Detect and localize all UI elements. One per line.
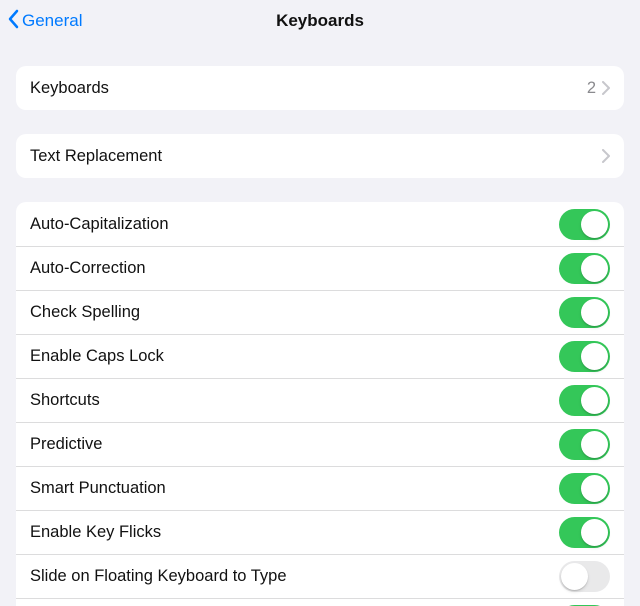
toggle-knob	[581, 519, 608, 546]
toggle-auto-correction[interactable]	[559, 253, 610, 284]
toggle-slide-floating-keyboard[interactable]	[559, 561, 610, 592]
group-keyboard-switches: Auto-Capitalization Auto-Correction Check …	[16, 202, 624, 606]
row-shortcuts: Shortcuts	[16, 378, 624, 422]
row-keyboards[interactable]: Keyboards 2	[16, 66, 624, 110]
row-label: Smart Punctuation	[30, 479, 559, 498]
back-label: General	[22, 11, 82, 31]
toggle-check-spelling[interactable]	[559, 297, 610, 328]
page-title: Keyboards	[276, 11, 364, 31]
toggle-knob	[581, 299, 608, 326]
toggle-knob	[581, 343, 608, 370]
toggle-knob	[581, 431, 608, 458]
toggle-knob	[561, 563, 588, 590]
row-slide-floating-keyboard: Slide on Floating Keyboard to Type	[16, 554, 624, 598]
row-label: Slide on Floating Keyboard to Type	[30, 567, 559, 586]
row-label: Auto-Capitalization	[30, 215, 559, 234]
row-value: 2	[587, 79, 596, 98]
chevron-right-icon	[602, 149, 610, 163]
toggle-smart-punctuation[interactable]	[559, 473, 610, 504]
row-text-replacement[interactable]: Text Replacement	[16, 134, 624, 178]
back-button[interactable]: General	[8, 0, 82, 42]
toggle-knob	[581, 475, 608, 502]
row-period-shortcut: "." Shortcut	[16, 598, 624, 606]
toggle-predictive[interactable]	[559, 429, 610, 460]
row-enable-key-flicks: Enable Key Flicks	[16, 510, 624, 554]
chevron-left-icon	[8, 9, 22, 34]
row-label: Keyboards	[30, 79, 587, 98]
row-label: Shortcuts	[30, 391, 559, 410]
group-text-replacement-link: Text Replacement	[16, 134, 624, 178]
row-predictive: Predictive	[16, 422, 624, 466]
row-label: Auto-Correction	[30, 259, 559, 278]
row-auto-correction: Auto-Correction	[16, 246, 624, 290]
row-smart-punctuation: Smart Punctuation	[16, 466, 624, 510]
row-auto-capitalization: Auto-Capitalization	[16, 202, 624, 246]
row-label: Text Replacement	[30, 147, 602, 166]
chevron-right-icon	[602, 81, 610, 95]
toggle-knob	[581, 387, 608, 414]
toggle-knob	[581, 211, 608, 238]
row-label: Enable Key Flicks	[30, 523, 559, 542]
toggle-shortcuts[interactable]	[559, 385, 610, 416]
toggle-enable-caps-lock[interactable]	[559, 341, 610, 372]
toggle-auto-capitalization[interactable]	[559, 209, 610, 240]
toggle-knob	[581, 255, 608, 282]
group-keyboards-link: Keyboards 2	[16, 66, 624, 110]
row-enable-caps-lock: Enable Caps Lock	[16, 334, 624, 378]
navbar: General Keyboards	[0, 0, 640, 42]
toggle-enable-key-flicks[interactable]	[559, 517, 610, 548]
row-label: Enable Caps Lock	[30, 347, 559, 366]
row-label: Check Spelling	[30, 303, 559, 322]
row-label: Predictive	[30, 435, 559, 454]
row-check-spelling: Check Spelling	[16, 290, 624, 334]
